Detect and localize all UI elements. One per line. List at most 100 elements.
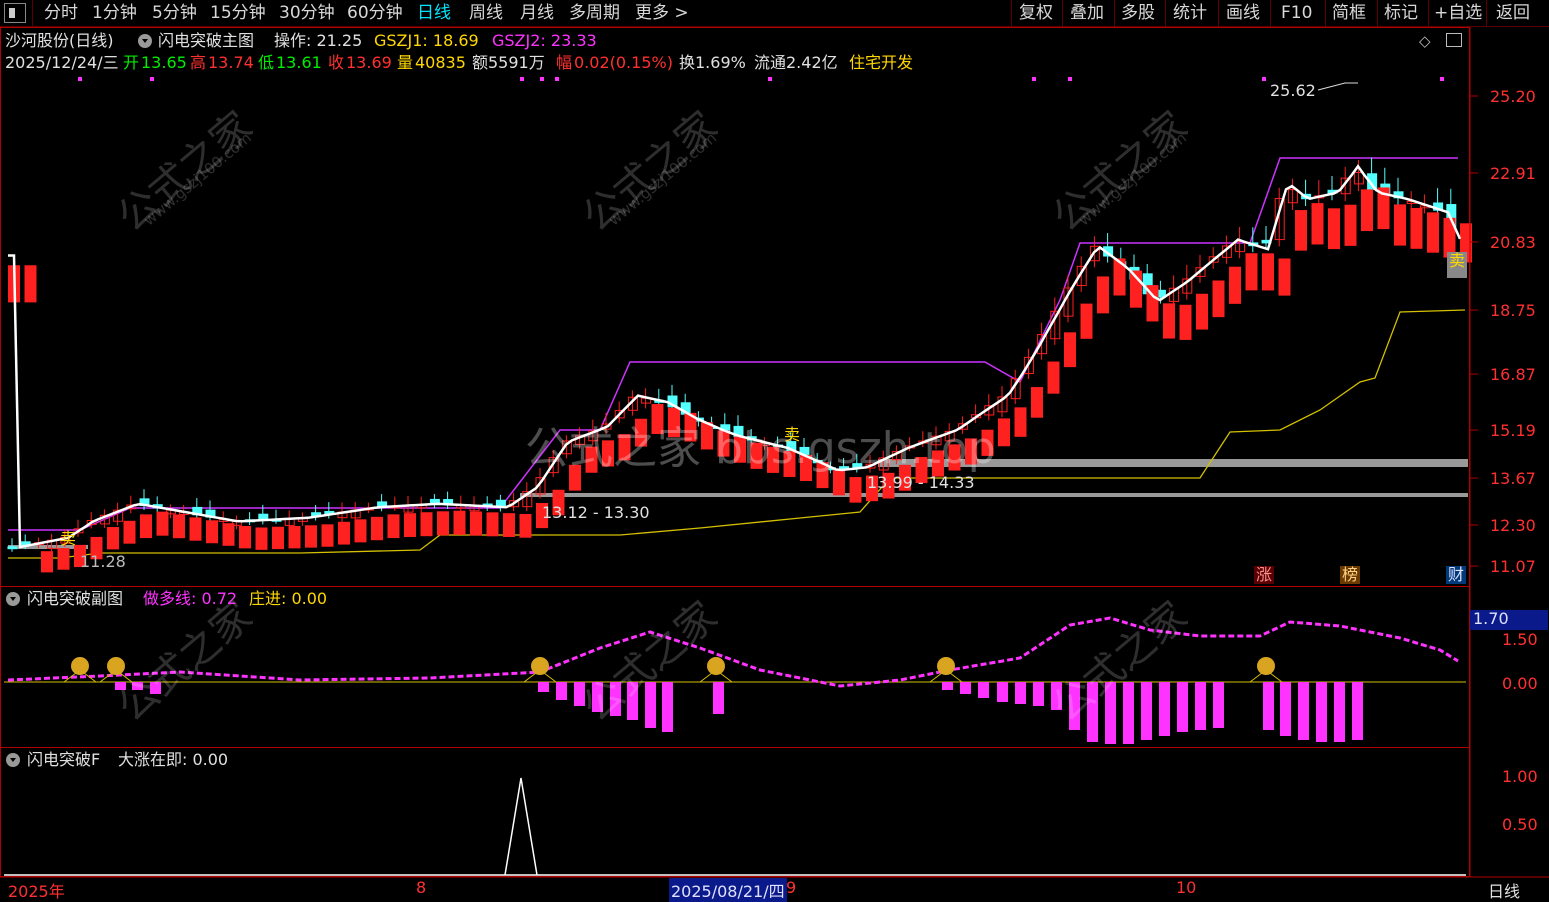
f-indicator-name[interactable]: 闪电突破F (27, 751, 100, 769)
trend-ribbon-block (1394, 204, 1406, 246)
trend-ribbon-block (107, 527, 119, 550)
zhuangjin-bar (1263, 682, 1274, 730)
price-axis-label: 18.75 (1490, 301, 1536, 320)
trend-ribbon-block (57, 548, 70, 570)
date-axis-period[interactable]: 日线 (1488, 878, 1520, 902)
trend-ribbon-block (1080, 303, 1093, 339)
f-settings-gear-icon[interactable] (6, 753, 20, 767)
zhuangjin-bar (662, 682, 673, 732)
diamond-icon[interactable]: ◇ (1419, 32, 1431, 50)
stock-name: 沙河股份(日线) (5, 31, 114, 50)
trend-ribbon-block (173, 514, 185, 539)
signal-dot (768, 77, 772, 81)
trend-ribbon-block (24, 265, 37, 303)
zhuangjin-bar (713, 682, 724, 714)
zhuangjin-bar (1141, 682, 1152, 740)
trend-ribbon-block (1344, 204, 1357, 246)
zhuangjin-bar (1015, 682, 1026, 704)
peak-pointer (1317, 82, 1358, 91)
zhuangjin-bar (1334, 682, 1345, 742)
sub-current-value: 1.70 (1470, 610, 1548, 630)
close-label: 收 (328, 53, 345, 72)
dazhang-spike (504, 777, 538, 876)
trend-ribbon-block (123, 520, 136, 544)
trend-ribbon-block (206, 520, 218, 544)
settings-gear-icon[interactable] (138, 34, 152, 48)
f-axis-label: 0.50 (1502, 815, 1538, 834)
sub-indicator-name[interactable]: 闪电突破副图 (27, 590, 123, 608)
trend-ribbon-block (288, 526, 301, 549)
watermark-center: 公式之家 bbs.gszh.top (525, 423, 996, 474)
zhuangjin-bar (978, 682, 989, 698)
money-bag-icon (531, 657, 549, 675)
zhuangjin-value: 庄进: 0.00 (249, 589, 328, 608)
range-label-2: 13.99 - 14.33 (867, 473, 975, 492)
range-label-1: 13.12 - 13.30 (542, 503, 650, 522)
sub-settings-gear-icon[interactable] (6, 592, 20, 606)
money-bag-icon (71, 657, 89, 675)
signal-dot (150, 77, 154, 81)
signal-dot (520, 77, 524, 81)
sell-signal-3: 卖 (1447, 252, 1467, 278)
dazhang-value: 大涨在即: 0.00 (118, 750, 229, 769)
open-label: 开 (123, 53, 140, 72)
signal-dot (78, 77, 82, 81)
trend-ribbon-block (437, 511, 449, 536)
money-bag-icon (107, 657, 125, 675)
panel-toggle-icon[interactable] (1446, 33, 1462, 47)
trend-ribbon-block (1047, 361, 1060, 394)
trend-ribbon-block (189, 517, 202, 541)
money-bag-icon (707, 657, 725, 675)
longhu-badge[interactable]: 榜 (1340, 566, 1360, 584)
trend-ribbon-block (222, 523, 235, 546)
date-axis-month-8: 8 (416, 878, 427, 897)
trend-ribbon-block (1295, 210, 1307, 251)
price-axis-label: 13.67 (1490, 469, 1536, 488)
trend-ribbon-block (255, 527, 268, 550)
price-axis-label: 16.87 (1490, 365, 1536, 384)
money-bag-icon (937, 657, 955, 675)
trend-ribbon-block (354, 519, 367, 543)
trend-ribbon-block (1245, 253, 1258, 291)
zhuangjin-bar (1159, 682, 1170, 736)
trend-ribbon-block (41, 551, 53, 573)
low-value: 13.61 (276, 53, 322, 72)
trend-ribbon-block (420, 512, 433, 537)
date-axis-month-10: 10 (1176, 878, 1197, 897)
zhuangjin-bar (1298, 682, 1309, 740)
signal-dot (1032, 77, 1036, 81)
close-value: 13.69 (346, 53, 392, 72)
price-axis-label: 25.20 (1490, 87, 1536, 106)
float-value: 流通2.42亿 (754, 53, 838, 72)
zhuangjin-bar (1195, 682, 1206, 730)
trend-ribbon-block (849, 477, 862, 503)
price-axis-label: 20.83 (1490, 233, 1536, 252)
trend-ribbon-block (1097, 276, 1109, 314)
gszj2-line (8, 157, 1458, 531)
date-axis-month-9: 9 (786, 878, 797, 897)
trend-ribbon-block (998, 418, 1010, 447)
candle-body (7, 546, 18, 550)
zhuangjin-bar (1316, 682, 1327, 742)
zhuangjin-bar (1123, 682, 1134, 744)
support-band-2 (520, 493, 1468, 497)
main-indicator-name[interactable]: 闪电突破主图 (158, 32, 254, 50)
sub-axis-label: 1.50 (1502, 630, 1538, 649)
low-price-label: 11.28 (80, 552, 126, 571)
change-value: 0.02(0.15%) (574, 53, 673, 72)
sub-axis-label: 0.00 (1502, 674, 1538, 693)
trend-ribbon-block (404, 513, 416, 538)
trend-ribbon-block (1427, 212, 1439, 253)
zhangting-badge[interactable]: 涨 (1254, 566, 1274, 584)
zhuangjin-bar (942, 682, 953, 690)
trend-ribbon-block (486, 512, 499, 537)
trend-ribbon-block (1229, 266, 1241, 304)
trend-ribbon-block (321, 524, 334, 547)
zhuangjin-bar (1280, 682, 1291, 736)
f-axis-label: 1.00 (1502, 767, 1538, 786)
signal-dot (1068, 77, 1072, 81)
sector-value: 住宅开发 (849, 53, 914, 72)
trend-ribbon-block (1031, 387, 1043, 418)
finance-badge[interactable]: 财 (1446, 566, 1466, 584)
price-axis-label: 11.07 (1490, 557, 1536, 576)
